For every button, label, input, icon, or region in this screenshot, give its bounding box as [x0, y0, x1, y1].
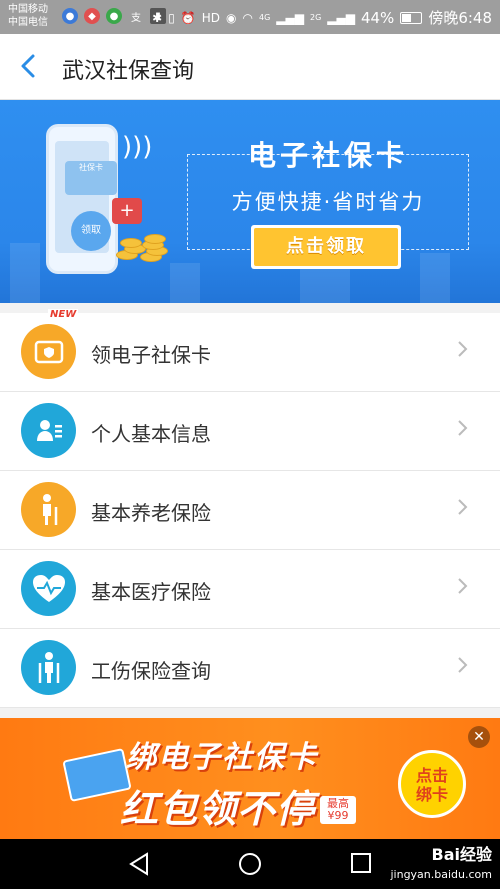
heart-pulse-icon: [21, 561, 76, 616]
close-icon[interactable]: ✕: [468, 726, 490, 748]
alarm-icon: ⏰: [180, 10, 196, 25]
list-item-medical[interactable]: 基本医疗保险: [0, 550, 500, 629]
bind-card-line2: 绑卡: [415, 785, 448, 804]
list-item-label: 领电子社保卡: [91, 343, 211, 367]
promo-tag-amount: ¥99: [327, 809, 349, 822]
system-status: ✱ ▯ ⏰ HD ◉ ◠ 4G ▂▄▆ 2G ▂▄▆ 44% 傍晚6:48: [152, 7, 492, 28]
city-silhouette: [420, 253, 450, 303]
notification-icons: ● ◆ ● 支 ▮: [62, 8, 166, 24]
hd-icon: HD: [201, 10, 221, 25]
network-4g: 4G: [259, 13, 271, 22]
circle-home-icon[interactable]: [238, 852, 262, 880]
list-item-pension[interactable]: 基本养老保险: [0, 471, 500, 550]
chevron-left-icon: [21, 54, 35, 78]
promo-subheadline: 红包领不停: [120, 787, 316, 831]
status-bar: 中国移动 中国电信 ● ◆ ● 支 ▮ ✱ ▯ ⏰ HD ◉ ◠ 4G ▂▄▆ …: [0, 0, 500, 34]
battery-icon: [400, 11, 423, 24]
system-nav-bar: Bai经验 jingyan.baidu.com: [0, 839, 500, 889]
triangle-back-icon[interactable]: [128, 852, 150, 880]
injured-person-icon: [21, 640, 76, 695]
promo-banner[interactable]: 绑电子社保卡 红包领不停 最高 ¥99 点击 绑卡 ✕: [0, 718, 500, 839]
list-item-label: 工伤保险查询: [91, 659, 211, 683]
list-item-ecard[interactable]: NEW 领电子社保卡: [0, 309, 500, 392]
back-button[interactable]: [18, 51, 44, 83]
watermark-text: Bai经验: [431, 845, 492, 864]
coins-icon: [116, 220, 186, 270]
id-card-icon: [21, 324, 76, 379]
chevron-right-icon: [456, 495, 468, 523]
list-item-label: 基本养老保险: [91, 501, 211, 525]
city-silhouette: [10, 243, 40, 303]
mini-card-label: 社保卡: [65, 161, 117, 195]
signal-icon: ▂▄▆: [276, 10, 304, 25]
wifi-icon: ◠: [242, 10, 253, 25]
service-list: NEW 领电子社保卡 个人基本信息 基本养老保险 基本医疗保险 工伤保险查询: [0, 309, 500, 708]
baidu-watermark: Bai经验 jingyan.baidu.com: [390, 845, 492, 885]
app-header: 武汉社保查询: [0, 34, 500, 100]
bind-card-line1: 点击: [415, 766, 448, 785]
list-item-label: 基本医疗保险: [91, 580, 211, 604]
person-info-icon: [21, 403, 76, 458]
clock: 傍晚6:48: [428, 9, 492, 27]
chevron-right-icon: [456, 337, 468, 365]
carrier-info: 中国移动 中国电信: [8, 3, 48, 29]
carrier-2: 中国电信: [8, 17, 48, 28]
bind-card-button[interactable]: 点击 绑卡: [398, 750, 466, 818]
square-recent-icon[interactable]: [350, 852, 372, 878]
page-title: 武汉社保查询: [62, 59, 195, 84]
claim-button[interactable]: 点击领取: [251, 225, 401, 269]
phone-screen: 社保卡 领取: [55, 141, 117, 253]
chevron-right-icon: [456, 653, 468, 681]
chevron-right-icon: [456, 574, 468, 602]
bluetooth-icon: ✱: [152, 10, 163, 25]
promo-headline: 绑电子社保卡: [126, 740, 318, 775]
promo-amount-tag: 最高 ¥99: [320, 796, 356, 824]
new-badge: NEW: [48, 309, 79, 320]
ecard-subtitle: 方便快捷·省时省力: [231, 190, 425, 214]
vibrate-icon: ▯: [168, 10, 175, 25]
ecard-title: 电子社保卡: [247, 139, 408, 172]
list-item-personal-info[interactable]: 个人基本信息: [0, 392, 500, 471]
wechat-icon: ●: [106, 8, 122, 24]
claim-button-label: 点击领取: [254, 228, 398, 266]
eye-icon: ◉: [226, 10, 237, 25]
chevron-right-icon: [456, 416, 468, 444]
app-notification-icon: ●: [62, 8, 78, 24]
ecard-banner[interactable]: 社保卡 领取 ))) + 电子社保卡 方便快捷·省时省力 点击领取: [0, 100, 500, 303]
watermark-url: jingyan.baidu.com: [390, 868, 492, 881]
carrier-1: 中国移动: [8, 4, 48, 15]
list-item-label: 个人基本信息: [91, 422, 211, 446]
signal-2-icon: ▂▄▆: [327, 10, 355, 25]
alipay-icon: 支: [131, 12, 141, 24]
phone-illustration: 社保卡 领取: [46, 124, 118, 274]
nfc-waves-icon: ))): [122, 132, 153, 162]
battery-percent: 44%: [360, 8, 395, 27]
map-notification-icon: ◆: [84, 8, 100, 24]
network-2g: 2G: [309, 13, 322, 22]
mini-claim-label: 领取: [71, 211, 111, 251]
elderly-person-icon: [21, 482, 76, 537]
list-item-injury[interactable]: 工伤保险查询: [0, 629, 500, 708]
